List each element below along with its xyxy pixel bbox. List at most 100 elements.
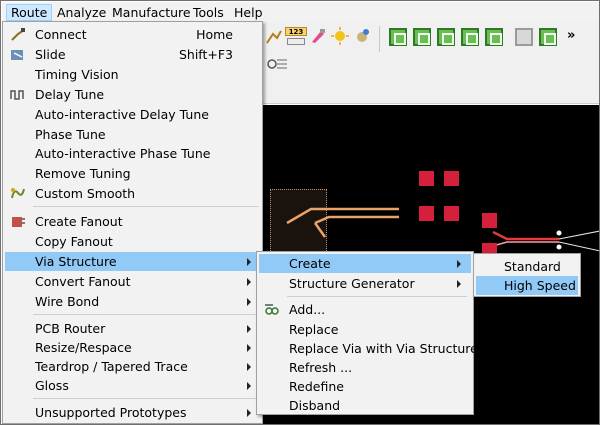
menu-item-label: PCB Router	[35, 321, 106, 336]
menu-item-timing-vision[interactable]: Timing Vision	[5, 65, 261, 84]
menu-item-resize-respace[interactable]: Resize/Respace	[5, 338, 261, 357]
submenu-arrow-icon	[247, 363, 251, 371]
trace-tool-icon[interactable]	[265, 28, 283, 46]
menu-item-label: Wire Bond	[35, 294, 100, 309]
menu-tools[interactable]: Tools	[189, 4, 228, 21]
menu-item-structure-generator[interactable]: Structure Generator	[259, 274, 471, 293]
menu-item-create[interactable]: Create	[259, 254, 471, 273]
layer-tool-2-icon[interactable]	[413, 28, 431, 46]
menu-item-label: Teardrop / Tapered Trace	[35, 359, 188, 374]
menu-item-label: Standard	[504, 259, 561, 274]
dehighlight-icon[interactable]	[353, 27, 371, 45]
toolbar-area: 123 »	[263, 22, 599, 104]
pcb-pad	[482, 213, 497, 228]
delay-tune-icon	[10, 87, 26, 102]
layer-tool-5-icon[interactable]	[485, 28, 503, 46]
menu-item-label: Create	[289, 256, 331, 271]
menu-analyze[interactable]: Analyze	[53, 4, 110, 21]
connect-icon	[10, 27, 26, 42]
numbering-badge: 123	[285, 27, 307, 36]
menu-item-unsupported-prototypes[interactable]: Unsupported Prototypes	[5, 403, 261, 422]
layer-tool-4-icon[interactable]	[461, 28, 479, 46]
pcb-pad	[419, 206, 434, 221]
menu-item-create-fanout[interactable]: Create Fanout	[5, 212, 261, 231]
menu-item-label: Unsupported Prototypes	[35, 405, 187, 420]
submenu-arrow-icon	[247, 298, 251, 306]
menu-item-auto-delay-tune[interactable]: Auto-interactive Delay Tune	[5, 105, 261, 124]
menu-item-label: Refresh ...	[289, 360, 353, 375]
menu-item-label: High Speed	[504, 278, 576, 293]
menu-manufacture[interactable]: Manufacture	[108, 4, 195, 21]
slide-icon	[10, 47, 26, 62]
layer-tool-6-icon[interactable]	[539, 28, 557, 46]
submenu-arrow-icon	[247, 382, 251, 390]
submenu-arrow-icon	[247, 278, 251, 286]
menu-separator	[33, 314, 259, 315]
menu-item-label: Create Fanout	[35, 214, 123, 229]
menu-help[interactable]: Help	[230, 4, 267, 21]
menu-item-teardrop[interactable]: Teardrop / Tapered Trace	[5, 357, 261, 376]
menu-bar: Route Analyze Manufacture Tools Help	[2, 2, 599, 22]
menu-item-refresh[interactable]: Refresh ...	[259, 358, 471, 377]
menu-item-custom-smooth[interactable]: Custom Smooth	[5, 184, 261, 203]
menu-item-wire-bond[interactable]: Wire Bond	[5, 292, 261, 311]
menu-item-label: Timing Vision	[35, 67, 119, 82]
menu-item-label: Disband	[289, 398, 341, 413]
menu-item-high-speed[interactable]: High Speed	[476, 276, 578, 295]
app-window: Route Analyze Manufacture Tools Help 123	[0, 0, 600, 425]
submenu-arrow-icon	[247, 409, 251, 417]
menu-separator	[33, 206, 259, 207]
menu-item-gloss[interactable]: Gloss	[5, 376, 261, 395]
grid-tool-icon[interactable]	[265, 56, 289, 72]
menu-item-label: Replace Via with Via Structure	[289, 341, 478, 356]
add-via-icon	[264, 302, 280, 317]
menu-item-shortcut: Shift+F3	[178, 47, 233, 62]
layer-tool-disabled-icon	[515, 28, 533, 46]
menu-item-label: Convert Fanout	[35, 274, 131, 289]
menu-item-label: Auto-interactive Delay Tune	[35, 107, 209, 122]
toolbar-overflow-icon[interactable]: »	[567, 28, 575, 43]
menu-item-slide[interactable]: Slide Shift+F3	[5, 45, 261, 64]
menu-item-replace[interactable]: Replace	[259, 320, 471, 339]
menu-item-add[interactable]: Add...	[259, 300, 471, 319]
menu-item-auto-phase-tune[interactable]: Auto-interactive Phase Tune	[5, 144, 261, 163]
menu-item-label: Remove Tuning	[35, 166, 131, 181]
menu-item-delay-tune[interactable]: Delay Tune	[5, 85, 261, 104]
menu-item-remove-tuning[interactable]: Remove Tuning	[5, 164, 261, 183]
menu-item-replace-via[interactable]: Replace Via with Via Structure	[259, 339, 478, 358]
menu-item-pcb-router[interactable]: PCB Router	[5, 319, 261, 338]
menu-route-label: Route	[11, 5, 48, 20]
create-submenu: Standard High Speed	[473, 253, 581, 297]
submenu-arrow-icon	[247, 344, 251, 352]
highlight-icon[interactable]	[331, 27, 349, 45]
menu-item-redefine[interactable]: Redefine	[259, 377, 471, 396]
menu-route[interactable]: Route	[6, 4, 53, 21]
custom-smooth-icon	[10, 186, 26, 201]
menu-item-label: Connect	[35, 27, 87, 42]
numbering-icon[interactable]: 123	[285, 27, 307, 47]
menu-item-label: Structure Generator	[289, 276, 415, 291]
menu-item-connect[interactable]: Connect Home	[5, 25, 261, 44]
paint-icon[interactable]	[309, 27, 327, 45]
layer-tool-1-icon[interactable]	[389, 28, 407, 46]
menu-item-label: Delay Tune	[35, 87, 105, 102]
menu-item-label: Phase Tune	[35, 127, 106, 142]
menu-item-label: Via Structure	[35, 254, 117, 269]
layer-tool-3-icon[interactable]	[437, 28, 455, 46]
submenu-arrow-icon	[457, 280, 461, 288]
menu-item-shortcut: Home	[196, 27, 233, 42]
menu-item-label: Resize/Respace	[35, 340, 132, 355]
menu-item-label: Custom Smooth	[35, 186, 136, 201]
menu-item-convert-fanout[interactable]: Convert Fanout	[5, 272, 261, 291]
menu-item-copy-fanout[interactable]: Copy Fanout	[5, 232, 261, 251]
menu-item-label: Redefine	[289, 379, 344, 394]
route-menu: Connect Home Slide Shift+F3 Timing Visio…	[2, 21, 263, 424]
menu-item-phase-tune[interactable]: Phase Tune	[5, 125, 261, 144]
menu-item-label: Replace	[289, 322, 339, 337]
menu-item-disband[interactable]: Disband	[259, 396, 471, 415]
menu-item-label: Add...	[289, 302, 326, 317]
menu-item-label: Slide	[35, 47, 66, 62]
menu-item-standard[interactable]: Standard	[476, 257, 578, 276]
submenu-arrow-icon	[247, 258, 251, 266]
menu-item-via-structure[interactable]: Via Structure	[5, 252, 261, 271]
